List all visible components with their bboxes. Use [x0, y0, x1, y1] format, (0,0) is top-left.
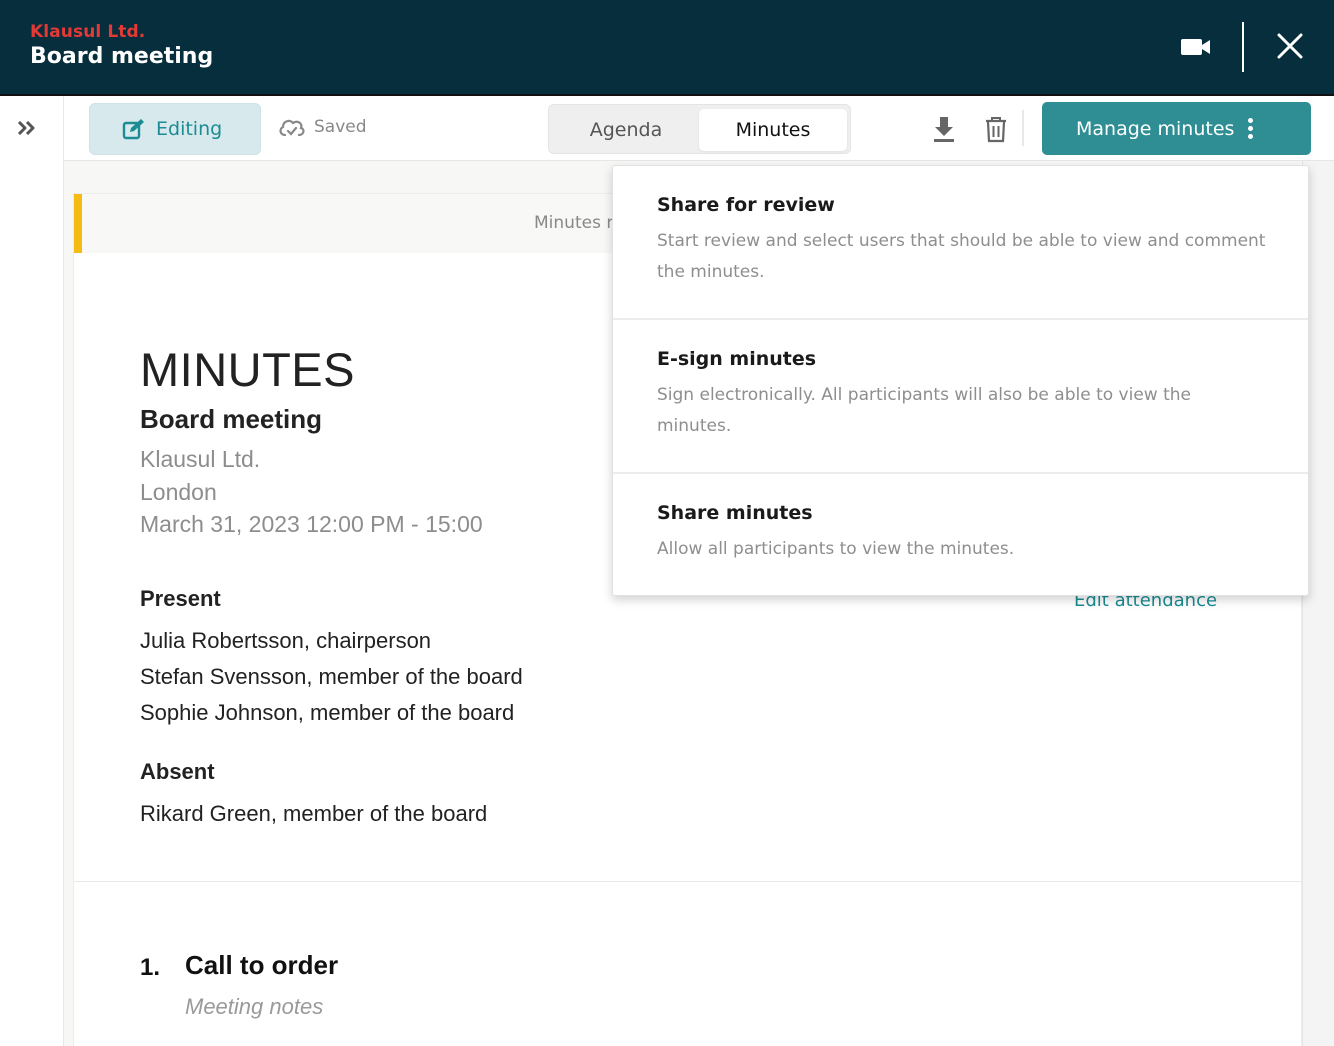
agenda-item-title: Call to order	[185, 950, 339, 980]
video-call-button[interactable]	[1180, 34, 1212, 60]
document-heading: MINUTES	[140, 343, 355, 396]
expand-sidebar-button[interactable]	[14, 116, 42, 140]
attendee-present: Julia Robertsson, chairperson	[140, 628, 432, 653]
view-switcher: Agenda Minutes	[548, 104, 851, 154]
menu-item-description: Sign electronically. All participants wi…	[657, 385, 1191, 436]
delete-button[interactable]	[983, 114, 1009, 144]
menu-item-title: Share minutes	[657, 502, 813, 524]
tab-minutes[interactable]: Minutes	[699, 109, 847, 151]
menu-item-share-for-review[interactable]: Share for review Start review and select…	[613, 194, 1308, 319]
app-header: Klausul Ltd. Board meeting	[0, 0, 1334, 96]
save-status: Saved	[278, 116, 367, 138]
document-datetime: March 31, 2023 12:00 PM - 15:00	[140, 511, 483, 537]
download-button[interactable]	[930, 114, 958, 144]
tab-agenda[interactable]: Agenda	[553, 109, 699, 151]
video-camera-icon	[1181, 39, 1210, 55]
saved-label: Saved	[314, 117, 367, 137]
menu-item-description: Start review and select users that shoul…	[657, 231, 1266, 282]
attendee-present: Stefan Svensson, member of the board	[140, 664, 523, 689]
editing-mode-button[interactable]: Editing	[89, 103, 261, 155]
attendee-absent: Rikard Green, member of the board	[140, 801, 488, 826]
editing-label: Editing	[156, 118, 223, 140]
menu-item-e-sign-minutes[interactable]: E-sign minutes Sign electronically. All …	[613, 348, 1308, 473]
notice-text: Minutes r	[534, 213, 614, 233]
agenda-item-number: 1.	[140, 954, 161, 981]
organization-name: Klausul Ltd.	[30, 22, 146, 42]
menu-divider	[613, 472, 1308, 474]
absent-heading: Absent	[140, 759, 215, 784]
meeting-notes-field[interactable]: Meeting notes	[185, 994, 323, 1020]
cloud-check-icon	[279, 119, 305, 137]
manage-minutes-label: Manage minutes	[1076, 117, 1235, 140]
document-organization: Klausul Ltd.	[140, 446, 261, 472]
toolbar-divider	[1022, 110, 1024, 146]
manage-minutes-menu: Share for review Start review and select…	[612, 165, 1309, 596]
manage-minutes-button[interactable]: Manage minutes	[1042, 102, 1311, 155]
document-location: London	[140, 479, 217, 505]
trash-icon	[986, 117, 1006, 143]
double-chevron-right-icon	[17, 120, 35, 136]
download-icon	[934, 117, 954, 142]
present-heading: Present	[140, 586, 221, 611]
menu-item-description: Allow all participants to view the minut…	[657, 539, 1015, 559]
meeting-title: Board meeting	[30, 44, 214, 69]
menu-item-share-minutes[interactable]: Share minutes Allow all participants to …	[613, 502, 1308, 592]
close-icon	[1277, 33, 1303, 59]
section-divider	[74, 881, 1303, 882]
menu-divider	[613, 318, 1308, 320]
collapsed-sidebar	[0, 96, 64, 1046]
attendee-present: Sophie Johnson, member of the board	[140, 700, 515, 725]
menu-item-title: Share for review	[657, 194, 835, 216]
edit-icon	[122, 119, 144, 140]
menu-item-title: E-sign minutes	[657, 348, 817, 370]
kebab-menu-icon	[1248, 118, 1254, 139]
document-meeting-title: Board meeting	[140, 404, 323, 434]
header-divider	[1242, 22, 1244, 72]
close-button[interactable]	[1274, 30, 1306, 62]
